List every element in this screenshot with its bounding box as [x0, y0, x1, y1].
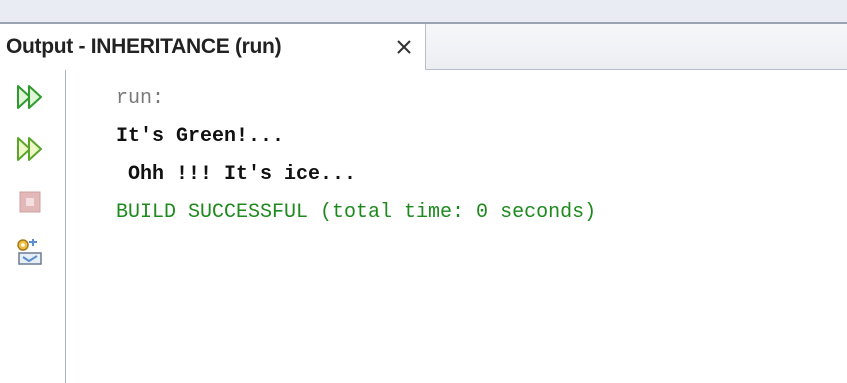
tab-title: Output - INHERITANCE (run) — [6, 35, 282, 58]
rerun-button[interactable] — [13, 80, 47, 114]
stop-button[interactable] — [13, 185, 47, 219]
output-toolbar — [0, 70, 66, 383]
output-tab-bar: Output - INHERITANCE (run) — [0, 24, 847, 70]
rerun-icon — [17, 85, 42, 109]
window-top-strip — [0, 0, 847, 24]
console-output[interactable]: run: It's Green!... Ohh !!! It's ice... … — [66, 70, 847, 383]
settings-icon — [17, 239, 42, 265]
stop-icon — [19, 191, 41, 213]
console-line-output: It's Green!... — [116, 125, 285, 148]
close-tab-button[interactable] — [393, 36, 415, 58]
rerun-with-options-icon — [17, 137, 42, 161]
close-icon — [397, 40, 411, 54]
console-line-output: Ohh !!! It's ice... — [116, 163, 357, 186]
console-line-build-status: BUILD SUCCESSFUL (total time: 0 seconds) — [116, 201, 597, 224]
output-settings-button[interactable] — [13, 235, 47, 269]
tab-output-inheritance-run[interactable]: Output - INHERITANCE (run) — [0, 24, 426, 70]
console-line-run: run: — [116, 87, 165, 110]
rerun-with-options-button[interactable] — [13, 132, 47, 166]
